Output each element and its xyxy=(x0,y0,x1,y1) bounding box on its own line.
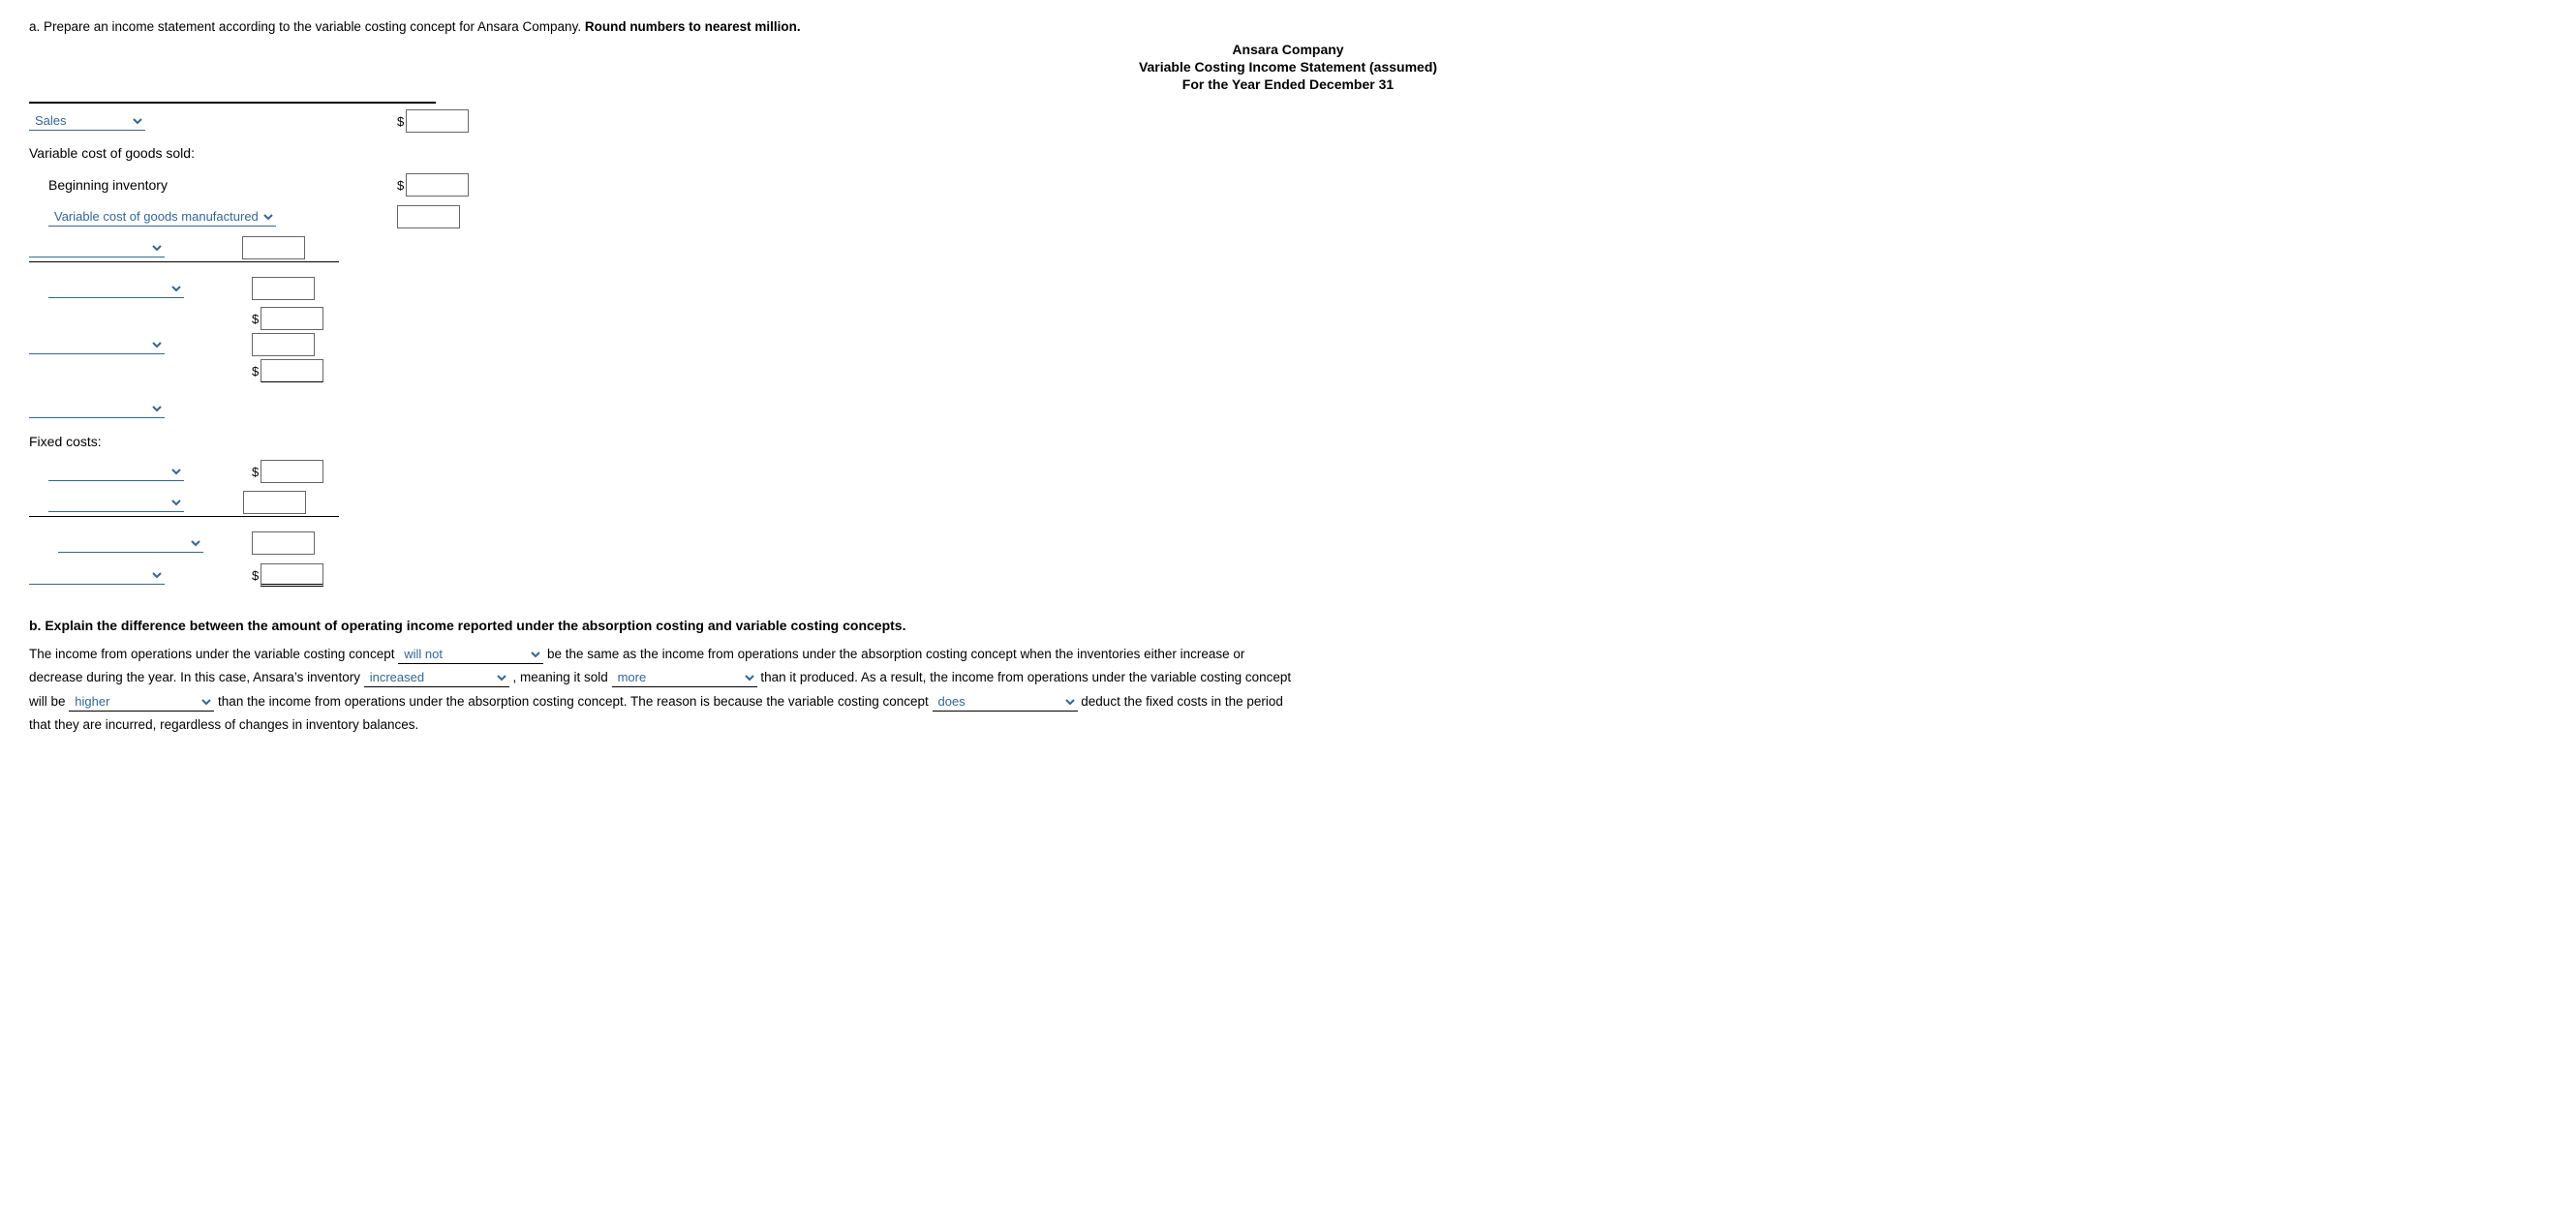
dropdown-row4 xyxy=(29,395,2547,422)
fixed-subdropdown-row xyxy=(29,530,2547,557)
part-b-text1: Explain the difference between the amoun… xyxy=(41,618,905,633)
fc1-dollar: $ xyxy=(252,465,259,479)
fixed-input1[interactable] xyxy=(261,460,323,483)
final-input[interactable] xyxy=(261,563,323,587)
beginning-inventory-row: Beginning inventory $ xyxy=(29,171,2547,198)
fixed-dropdown2[interactable] xyxy=(48,493,184,512)
dropdown-row1 xyxy=(29,235,339,262)
sentence2-mid: , meaning it sold xyxy=(512,670,607,684)
final-total-row: $ xyxy=(29,561,2547,589)
vcgm-dropdown[interactable]: Variable cost of goods manufactured xyxy=(48,207,276,227)
sentence4: that they are incurred, regardless of ch… xyxy=(29,717,418,732)
statement-period: For the Year Ended December 31 xyxy=(29,76,2547,92)
input5[interactable] xyxy=(261,359,323,382)
dropdown1[interactable] xyxy=(29,238,165,258)
instruction-text: a. Prepare an income statement according… xyxy=(29,19,2547,34)
sales-input[interactable] xyxy=(406,109,469,133)
dropdown-row2 xyxy=(29,275,2547,302)
sales-row: Sales $ xyxy=(29,107,2547,135)
company-name: Ansara Company xyxy=(29,42,2547,57)
final-dollar: $ xyxy=(252,568,259,583)
d4-dollar: $ xyxy=(252,364,259,379)
fixed-costs-label: Fixed costs: xyxy=(29,434,102,449)
fixed-dropdown1[interactable] xyxy=(48,462,184,481)
input3[interactable] xyxy=(261,307,323,330)
fixed-input2[interactable] xyxy=(243,491,306,514)
input4[interactable] xyxy=(252,333,315,356)
final-dropdown[interactable] xyxy=(29,565,165,585)
vcogs-label-row: Variable cost of goods sold: xyxy=(29,139,2547,167)
part-b-section: b. Explain the difference between the am… xyxy=(29,618,2547,737)
part-b-title: b. Explain the difference between the am… xyxy=(29,618,2547,633)
d3-dollar: $ xyxy=(252,312,259,326)
vcgm-row: Variable cost of goods manufactured xyxy=(29,203,2547,230)
fixed-sub-dropdown[interactable] xyxy=(58,533,203,553)
sentence1-end: be the same as the income from operation… xyxy=(547,647,1244,661)
input2[interactable] xyxy=(252,277,315,300)
fixed-cost-row1: $ xyxy=(29,458,2547,485)
stacked-inputs-row: $ $ xyxy=(29,307,2547,382)
dropdown4[interactable] xyxy=(29,399,165,418)
dropdown3[interactable] xyxy=(29,335,165,354)
sentence2-start: decrease during the year. In this case, … xyxy=(29,670,360,684)
sentence3-mid: than the income from operations under th… xyxy=(218,694,929,709)
beginning-inventory-input[interactable] xyxy=(406,173,469,197)
part-b-body: The income from operations under the var… xyxy=(29,643,2547,737)
part-b-bold: b. xyxy=(29,618,41,633)
statement-header: Ansara Company Variable Costing Income S… xyxy=(29,42,2547,92)
dropdown2[interactable] xyxy=(48,279,184,298)
partb-dropdown5[interactable]: does does not xyxy=(933,692,1078,712)
fixed-costs-label-row: Fixed costs: xyxy=(29,428,2547,455)
partb-dropdown3[interactable]: more less xyxy=(612,668,757,687)
statement-title: Variable Costing Income Statement (assum… xyxy=(29,59,2547,75)
sales-dropdown[interactable]: Sales xyxy=(29,111,145,131)
sentence2-end: than it produced. As a result, the incom… xyxy=(760,670,1291,684)
input1[interactable] xyxy=(242,236,305,259)
top-divider xyxy=(29,102,436,104)
sales-dollar: $ xyxy=(397,114,404,129)
fixed-cost-row2 xyxy=(29,490,339,517)
partb-dropdown2[interactable]: increased decreased xyxy=(364,668,509,687)
sentence3-end: deduct the fixed costs in the period xyxy=(1081,694,1283,709)
beginning-inventory-label: Beginning inventory xyxy=(48,177,168,193)
sentence1-start: The income from operations under the var… xyxy=(29,647,394,661)
vcgm-input[interactable] xyxy=(397,205,460,228)
fixed-sub-input1[interactable] xyxy=(252,531,315,555)
partb-dropdown4[interactable]: higher lower xyxy=(69,692,214,712)
sentence3-start: will be xyxy=(29,694,66,709)
bi-dollar: $ xyxy=(397,178,404,193)
partb-dropdown1[interactable]: will not will xyxy=(398,645,543,664)
vcogs-label: Variable cost of goods sold: xyxy=(29,145,195,161)
